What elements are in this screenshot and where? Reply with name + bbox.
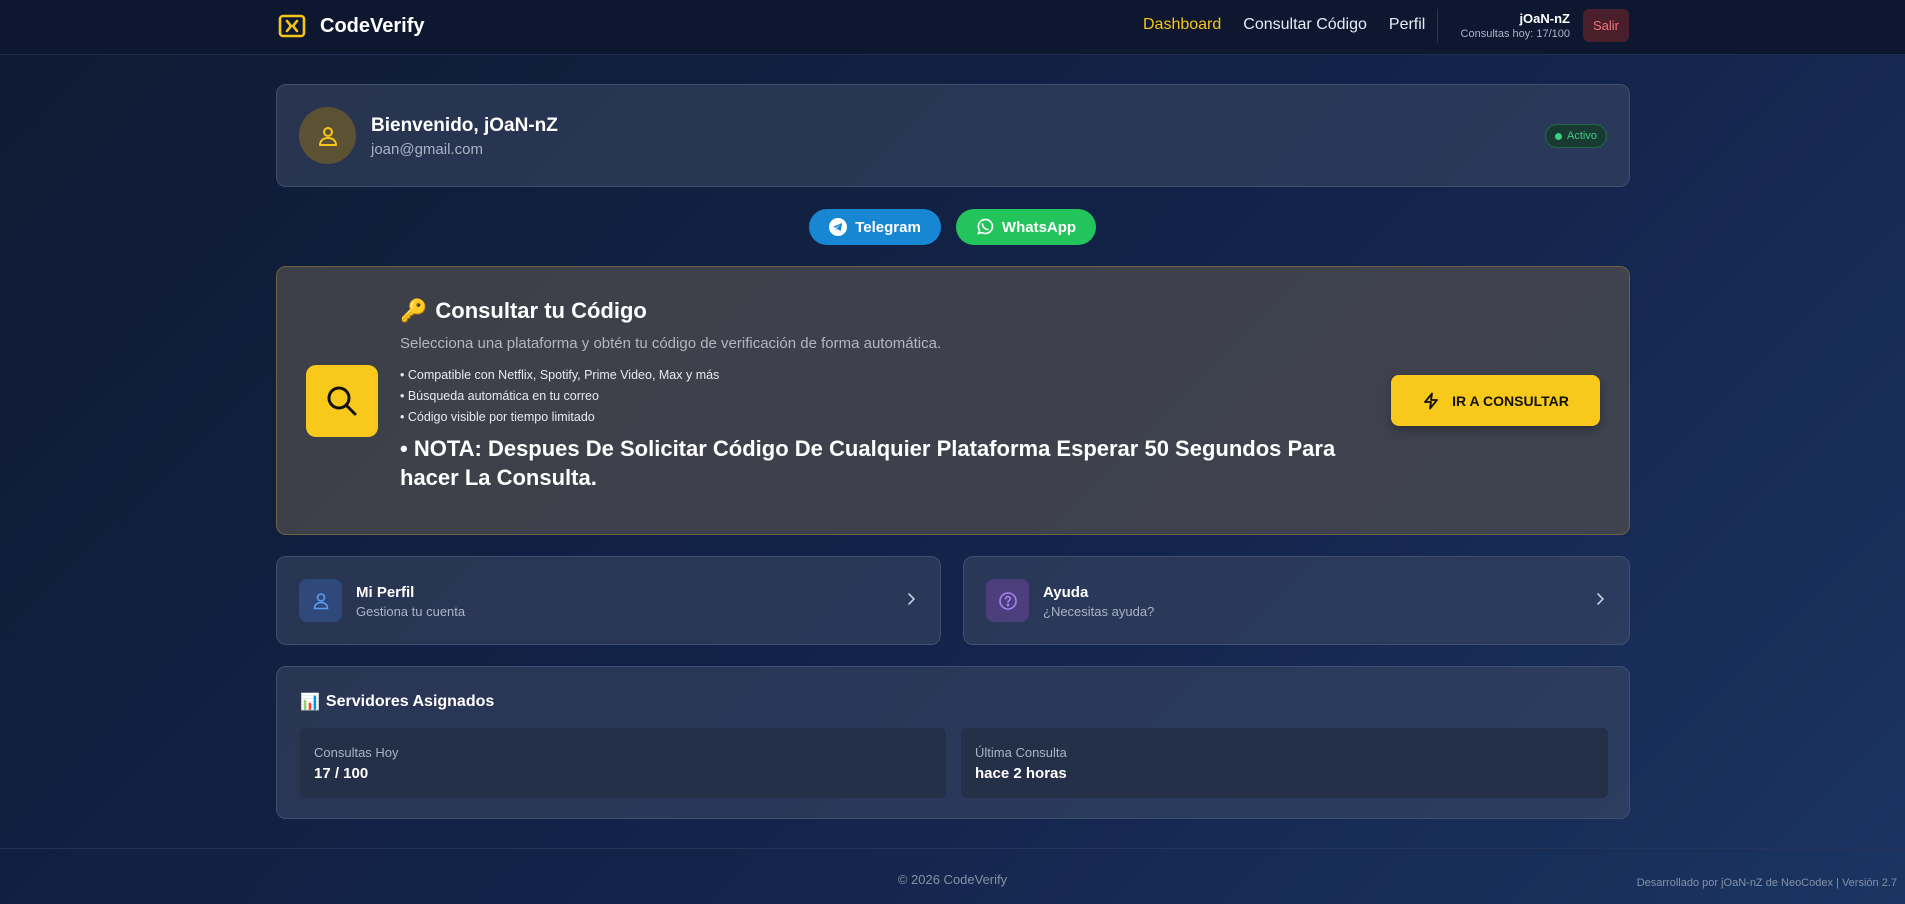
search-icon-box [306,365,378,437]
copyright: © 2026 CodeVerify [897,872,1008,887]
stat-ultima-consulta: Última Consulta hace 2 horas [961,728,1608,798]
feature-item: • Búsqueda automática en tu correo [400,389,599,403]
status-dot-icon [1555,132,1563,140]
servers-card: 📊 Servidores Asignados Consultas Hoy 17 … [276,666,1630,819]
consult-subtitle: Selecciona una plataforma y obtén tu cód… [400,335,942,352]
consult-note: • NOTA: Despues De Solicitar Código De C… [400,436,1336,490]
welcome-title: Bienvenido, jOaN-nZ [371,115,558,136]
whatsapp-label: WhatsApp [1001,218,1077,236]
nav-link-perfil[interactable]: Perfil [1389,16,1425,34]
profile-icon-box [299,579,342,622]
user-info: jOaN-nZ Consultas hoy: 17/100 [1461,11,1570,40]
welcome-card: Bienvenido, jOaN-nZ joan@gmail.com Activ… [276,84,1630,187]
consult-title: 🔑 Consultar tu Código [400,298,647,324]
stat-value: hace 2 horas [975,765,1067,782]
nav-divider [1437,9,1438,43]
consult-card: 🔑 Consultar tu Código Selecciona una pla… [276,266,1630,535]
profile-card[interactable]: Mi Perfil Gestiona tu cuenta [276,556,941,645]
help-card-title: Ayuda [1043,584,1089,601]
brand-name: CodeVerify [320,14,425,37]
profile-card-subtitle: Gestiona tu cuenta [356,604,466,619]
user-email: joan@gmail.com [371,141,483,158]
help-card-subtitle: ¿Necesitas ayuda? [1043,604,1155,619]
stat-label: Consultas Hoy [314,745,399,760]
status-label: Activo [1567,130,1597,142]
chevron-right-icon [1597,593,1605,605]
nav-link-consultar-codigo[interactable]: Consultar Código [1243,16,1367,34]
stat-consultas-hoy: Consultas Hoy 17 / 100 [300,728,946,798]
key-icon: 🔑 [400,298,428,323]
nav-links: Dashboard Consultar Código Perfil [1143,16,1425,34]
brand[interactable]: CodeVerify [278,13,424,39]
stat-label: Última Consulta [975,745,1067,760]
help-icon-box [986,579,1029,622]
servers-title: 📊 Servidores Asignados [300,692,494,712]
footer: © 2026 CodeVerify Desarrollado por jOaN-… [0,848,1905,904]
logout-button[interactable]: Salir [1583,9,1629,42]
whatsapp-icon [977,218,994,235]
telegram-icon [829,218,848,236]
help-card[interactable]: Ayuda ¿Necesitas ayuda? [963,556,1630,645]
feature-item: • Código visible por tiempo limitado [400,410,595,424]
go-consult-button[interactable]: IR A CONSULTAR [1391,375,1600,426]
feature-item: • Compatible con Netflix, Spotify, Prime… [400,368,720,382]
go-consult-label: IR A CONSULTAR [1452,392,1569,409]
profile-card-title: Mi Perfil [356,584,415,601]
credits: Desarrollado por jOaN-nZ de NeoCodex | V… [1636,877,1897,889]
user-quota: Consultas hoy: 17/100 [1460,28,1570,40]
avatar [299,107,356,164]
top-navbar: CodeVerify Dashboard Consultar Código Pe… [0,0,1905,55]
search-icon [327,386,357,416]
consult-title-text: Consultar tu Código [435,298,647,323]
bar-chart-icon: 📊 [300,694,320,711]
telegram-label: Telegram [855,218,921,236]
status-badge: Activo [1545,124,1607,148]
nav-link-dashboard[interactable]: Dashboard [1143,16,1221,34]
user-icon [318,126,337,146]
telegram-button[interactable]: Telegram [809,209,941,245]
whatsapp-button[interactable]: WhatsApp [956,209,1096,245]
servers-title-text: Servidores Asignados [325,693,495,710]
ticket-icon [278,14,306,38]
user-name: jOaN-nZ [1519,11,1570,26]
user-icon [313,592,328,609]
feature-list: • Compatible con Netflix, Spotify, Prime… [400,368,719,431]
question-circle-icon [998,591,1017,610]
chevron-right-icon [908,593,916,605]
lightning-icon [1424,392,1439,409]
stat-value: 17 / 100 [314,765,369,782]
